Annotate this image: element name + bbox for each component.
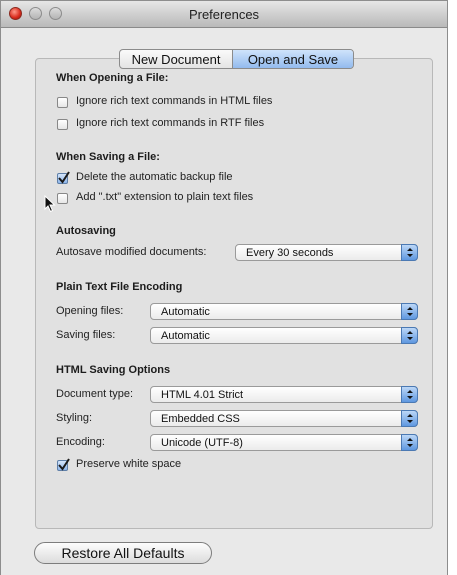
html-encoding-value: Unicode (UTF-8) [161,437,243,449]
ignore-html-checkbox[interactable] [57,97,68,108]
restore-defaults-button[interactable]: Restore All Defaults [34,542,212,564]
document-type-label: Document type: [56,388,134,400]
popup-arrows-icon [401,386,418,403]
title-bar[interactable]: Preferences [1,1,447,28]
styling-label: Styling: [56,412,93,424]
autosave-select[interactable]: Every 30 seconds [235,244,418,261]
checkmark-icon [58,171,70,184]
tab-open-and-save[interactable]: Open and Save [233,50,353,68]
opening-heading: When Opening a File: [56,72,169,84]
autosave-label: Autosave modified documents: [56,246,207,258]
popup-arrows-icon [401,303,418,320]
html-encoding-label: Encoding: [56,436,105,448]
add-txt-checkbox[interactable] [57,193,68,204]
encoding-heading: Plain Text File Encoding [56,281,183,293]
popup-arrows-icon [401,327,418,344]
preferences-window: Preferences New Document Open and Save W… [0,0,448,575]
saving-encoding-value: Automatic [161,330,210,342]
html-options-heading: HTML Saving Options [56,364,171,376]
opening-encoding-value: Automatic [161,306,210,318]
opening-encoding-select[interactable]: Automatic [150,303,418,320]
tab-new-document[interactable]: New Document [120,50,233,68]
autosave-value: Every 30 seconds [246,247,334,259]
ignore-html-label: Ignore rich text commands in HTML files [76,95,273,107]
html-encoding-select[interactable]: Unicode (UTF-8) [150,434,418,451]
preserve-whitespace-checkbox[interactable] [57,458,70,471]
open-save-panel: When Opening a File: Ignore rich text co… [35,58,433,529]
opening-files-label: Opening files: [56,305,124,317]
preserve-whitespace-label: Preserve white space [76,458,182,470]
autosaving-heading: Autosaving [56,225,116,237]
popup-arrows-icon [401,434,418,451]
saving-files-label: Saving files: [56,329,116,341]
tab-bar: New Document Open and Save [119,49,354,69]
delete-backup-checkbox[interactable] [57,171,70,184]
saving-heading: When Saving a File: [56,151,160,163]
checkmark-icon [58,458,70,471]
add-txt-label: Add ".txt" extension to plain text files [76,191,254,203]
delete-backup-label: Delete the automatic backup file [76,171,233,183]
ignore-rtf-checkbox[interactable] [57,119,68,130]
document-type-value: HTML 4.01 Strict [161,389,244,401]
saving-encoding-select[interactable]: Automatic [150,327,418,344]
ignore-rtf-label: Ignore rich text commands in RTF files [76,117,265,129]
document-type-select[interactable]: HTML 4.01 Strict [150,386,418,403]
popup-arrows-icon [401,244,418,261]
styling-value: Embedded CSS [161,413,240,425]
styling-select[interactable]: Embedded CSS [150,410,418,427]
window-title: Preferences [188,7,260,22]
popup-arrows-icon [401,410,418,427]
mouse-cursor-icon [44,195,56,213]
